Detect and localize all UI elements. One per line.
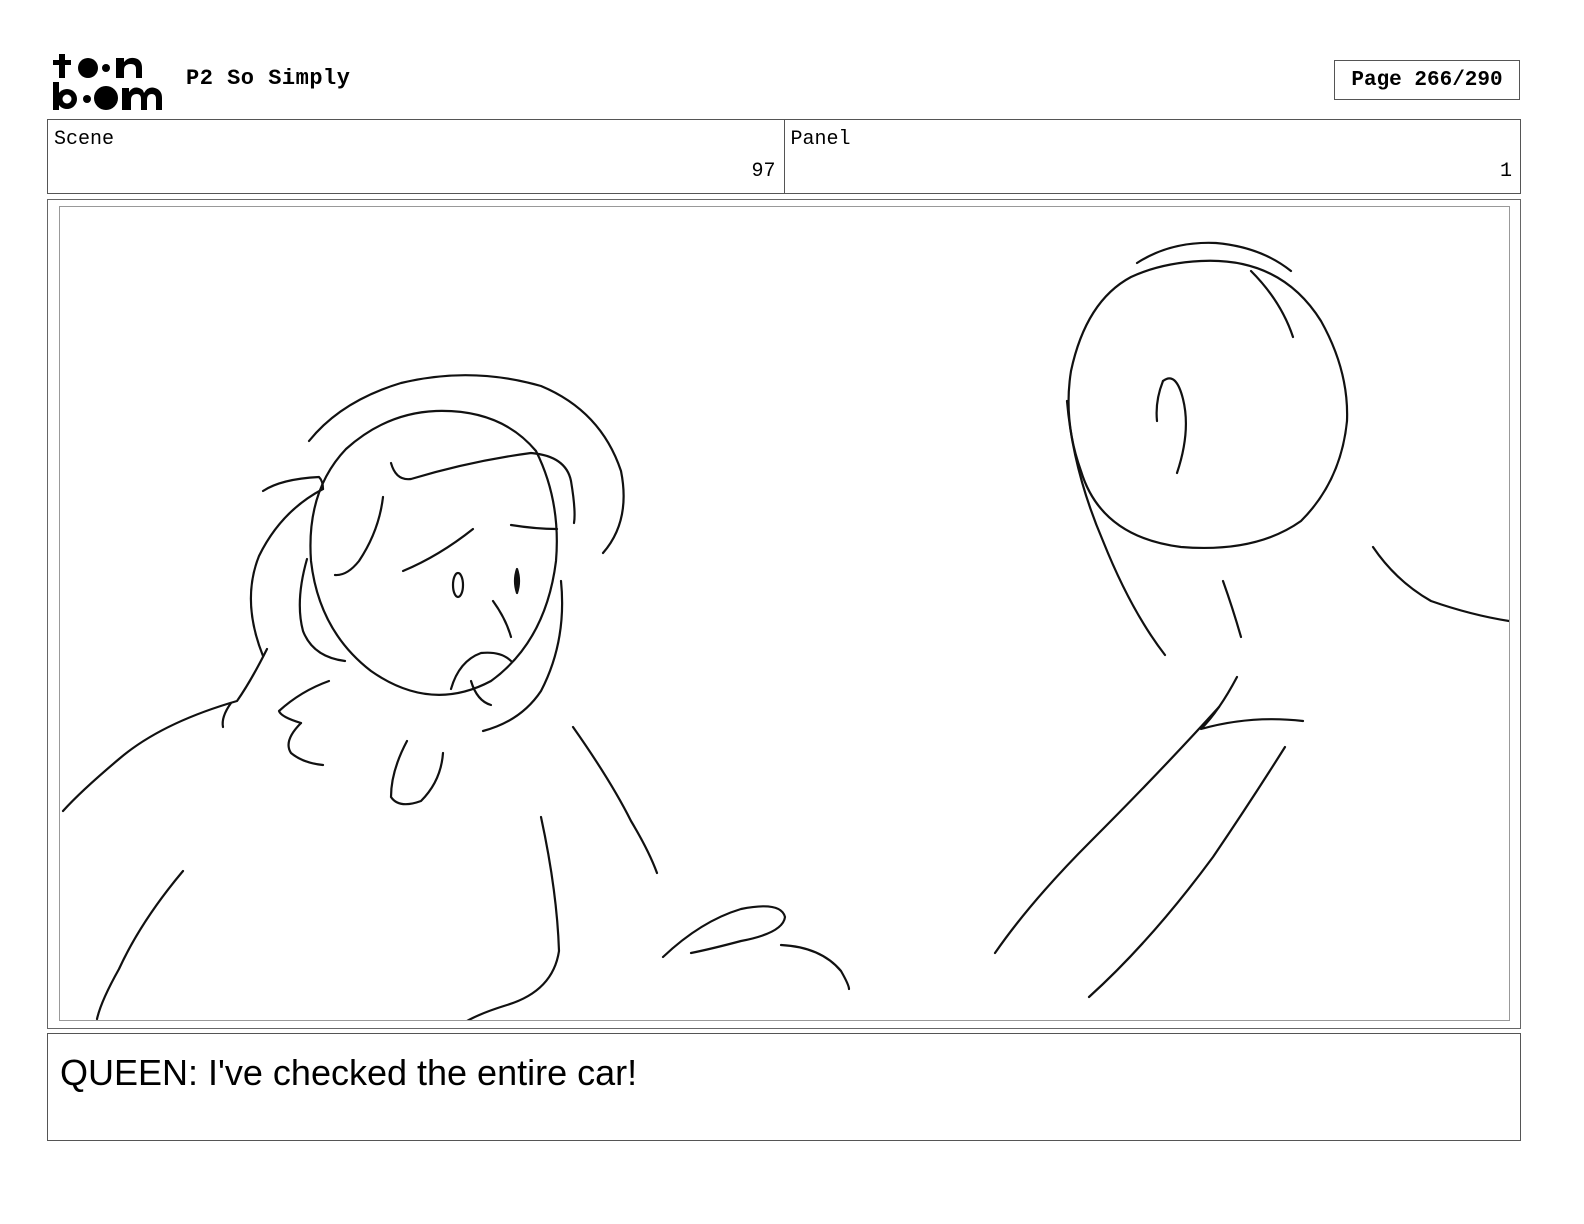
right-character-sketch (993, 241, 1509, 999)
scene-panel-info: Scene 97 Panel 1 (47, 119, 1521, 194)
logo-dot2 (83, 95, 91, 103)
left-character-sketch (61, 374, 851, 1020)
logo-o1 (78, 58, 98, 78)
logo-n (116, 57, 142, 78)
logo-t-bar (53, 60, 71, 65)
panel-cell: Panel 1 (783, 120, 1521, 193)
sketch-drawing (61, 241, 1509, 1020)
logo-m (122, 87, 162, 110)
project-title: P2 So Simply (186, 66, 351, 91)
dialogue-text: QUEEN: I've checked the entire car! (60, 1052, 638, 1093)
page-indicator: Page 266/290 (1334, 60, 1520, 100)
panel-label: Panel (790, 128, 851, 151)
logo-dot1 (102, 64, 110, 72)
scene-label: Scene (54, 128, 115, 151)
head-circle (1067, 259, 1349, 550)
toonboom-logo-icon (53, 54, 162, 110)
dialogue-box: QUEEN: I've checked the entire car! (47, 1033, 1521, 1141)
scene-cell: Scene 97 (48, 120, 784, 193)
logo-t-stem (59, 54, 65, 78)
logo-o2 (94, 86, 118, 110)
panel-number: 1 (1499, 160, 1512, 183)
storyboard-panel-image (59, 206, 1510, 1021)
scene-number: 97 (751, 160, 776, 183)
toonboom-logo (50, 50, 165, 114)
